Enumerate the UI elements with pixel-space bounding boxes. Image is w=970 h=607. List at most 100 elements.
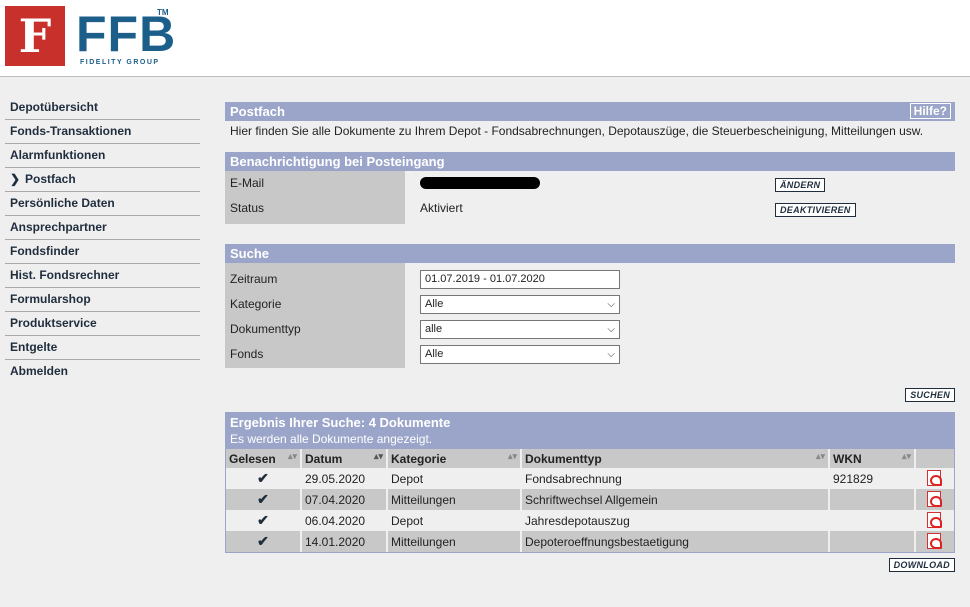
- period-label: Zeitraum: [225, 267, 405, 292]
- cell-wkn: [829, 489, 916, 510]
- pdf-icon[interactable]: [927, 512, 942, 528]
- sidebar-item-postfach[interactable]: ❯ Postfach: [5, 168, 200, 192]
- help-button[interactable]: Hilfe?: [909, 103, 951, 119]
- deactivate-button[interactable]: DEAKTIVIEREN: [775, 203, 856, 217]
- pdf-icon[interactable]: [927, 470, 942, 486]
- sidebar-item-label: Formularshop: [10, 292, 91, 306]
- cell-doctype: Fondsabrechnung: [521, 468, 830, 489]
- sidebar-item-label: Hist. Fondsrechner: [10, 268, 120, 282]
- sidebar-item-label: Fonds-Transaktionen: [10, 124, 132, 138]
- sidebar-item-ansprechpartner[interactable]: Ansprechpartner: [5, 216, 200, 240]
- chevron-down-icon: ⌵: [607, 324, 615, 335]
- results-title: Ergebnis Ihrer Suche: 4 Dokumente: [230, 415, 451, 430]
- sidebar-item-label: Abmelden: [10, 364, 69, 378]
- column-label: Datum: [305, 451, 343, 466]
- sort-icon: ▴▾: [507, 451, 517, 461]
- table-row[interactable]: ✔ 06.04.2020 Depot Jahresdepotauszug: [226, 510, 954, 531]
- read-check-icon: ✔: [226, 510, 302, 531]
- cell-date: 14.01.2020: [301, 531, 388, 552]
- sidebar-item-persoenliche-daten[interactable]: Persönliche Daten: [5, 192, 200, 216]
- fund-select-value: Alle: [425, 348, 444, 360]
- fund-select[interactable]: Alle ⌵: [420, 345, 620, 364]
- sidebar-item-produktservice[interactable]: Produktservice: [5, 312, 200, 336]
- column-header-gelesen[interactable]: Gelesen ▴▾: [226, 449, 302, 468]
- pdf-icon[interactable]: [927, 533, 942, 549]
- email-value-redacted: [420, 177, 540, 189]
- sidebar-item-label: Ansprechpartner: [10, 220, 107, 234]
- doctype-select-value: alle: [425, 323, 443, 335]
- cell-wkn: 921829: [829, 468, 916, 489]
- fund-label: Fonds: [225, 342, 405, 368]
- header: F FFB TM FIDELITY GROUP: [0, 0, 970, 77]
- sidebar-item-label: Depotübersicht: [10, 100, 99, 114]
- sidebar-item-label: Fondsfinder: [10, 244, 80, 258]
- table-row[interactable]: ✔ 29.05.2020 Depot Fondsabrechnung 92182…: [226, 468, 954, 489]
- column-label: Gelesen: [229, 451, 276, 466]
- logo-subtitle: FIDELITY GROUP: [80, 59, 160, 66]
- sidebar-item-fonds-transaktionen[interactable]: Fonds-Transaktionen: [5, 120, 200, 144]
- sidebar-item-label: Alarmfunktionen: [10, 148, 106, 162]
- sidebar-item-formularshop[interactable]: Formularshop: [5, 288, 200, 312]
- sidebar-item-alarmfunktionen[interactable]: Alarmfunktionen: [5, 144, 200, 168]
- category-label: Kategorie: [225, 292, 405, 317]
- column-label: WKN: [833, 451, 862, 466]
- column-header-wkn[interactable]: WKN ▴▾: [829, 449, 916, 468]
- notification-title: Benachrichtigung bei Posteingang: [230, 154, 445, 169]
- sort-icon: ▴▾: [287, 451, 297, 461]
- sort-icon: ▴▾: [373, 451, 383, 461]
- sidebar-item-abmelden[interactable]: Abmelden: [5, 360, 200, 384]
- column-label: Kategorie: [391, 451, 447, 466]
- download-button[interactable]: DOWNLOAD: [888, 558, 955, 572]
- logo-trademark: TM: [157, 8, 169, 17]
- doctype-select[interactable]: alle ⌵: [420, 320, 620, 339]
- cell-pdf: [915, 531, 954, 552]
- logo-mark[interactable]: F: [5, 6, 65, 66]
- period-row: Zeitraum 01.07.2019 - 01.07.2020: [225, 267, 955, 292]
- chevron-down-icon: ⌵: [607, 299, 615, 310]
- doctype-label: Dokumenttyp: [225, 317, 405, 342]
- change-email-button[interactable]: ÄNDERN: [775, 178, 826, 192]
- results-table: Gelesen ▴▾ Datum ▴▾ Kategorie ▴▾ Dokumentty…: [226, 449, 954, 552]
- page-title: Postfach: [230, 104, 285, 119]
- table-row[interactable]: ✔ 14.01.2020 Mitteilungen Depoteroeffnun…: [226, 531, 954, 552]
- search-header: Suche: [225, 244, 955, 263]
- sidebar-item-label: Persönliche Daten: [10, 196, 115, 210]
- search-button[interactable]: SUCHEN: [905, 388, 955, 402]
- category-select[interactable]: Alle ⌵: [420, 295, 620, 314]
- pdf-icon[interactable]: [927, 491, 942, 507]
- sort-icon: ▴▾: [815, 451, 825, 461]
- period-input[interactable]: 01.07.2019 - 01.07.2020: [420, 270, 620, 289]
- column-header-datum[interactable]: Datum ▴▾: [301, 449, 388, 468]
- status-label: Status: [225, 196, 405, 224]
- read-check-icon: ✔: [226, 531, 302, 552]
- sidebar-item-hist-fondsrechner[interactable]: Hist. Fondsrechner: [5, 264, 200, 288]
- sidebar-item-label: Entgelte: [10, 340, 58, 354]
- column-label: Dokumenttyp: [525, 451, 602, 466]
- results-subtitle: Es werden alle Dokumente angezeigt.: [230, 432, 433, 446]
- read-check-icon: ✔: [226, 489, 302, 510]
- main-content: Postfach Hilfe? Hier finden Sie alle Dok…: [225, 102, 955, 575]
- sidebar-item-entgelte[interactable]: Entgelte: [5, 336, 200, 360]
- column-header-dokumenttyp[interactable]: Dokumenttyp ▴▾: [521, 449, 830, 468]
- postfach-header: Postfach Hilfe?: [225, 102, 955, 121]
- cell-category: Mitteilungen: [387, 489, 522, 510]
- column-header-kategorie[interactable]: Kategorie ▴▾: [387, 449, 522, 468]
- fund-row: Fonds Alle ⌵: [225, 342, 955, 368]
- chevron-down-icon: ⌵: [607, 349, 615, 360]
- cell-doctype: Schriftwechsel Allgemein: [521, 489, 830, 510]
- chevron-right-icon: ❯: [10, 172, 21, 186]
- status-row: Status Aktiviert DEAKTIVIEREN: [225, 196, 955, 224]
- table-header-row: Gelesen ▴▾ Datum ▴▾ Kategorie ▴▾ Dokumentty…: [226, 449, 954, 468]
- download-actions: DOWNLOAD: [225, 553, 955, 575]
- postfach-intro: Hier finden Sie alle Dokumente zu Ihrem …: [230, 124, 924, 138]
- sidebar-item-label: Postfach: [25, 172, 76, 186]
- results-panel: Ergebnis Ihrer Suche: 4 Dokumente Es wer…: [225, 412, 955, 553]
- cell-doctype: Jahresdepotauszug: [521, 510, 830, 531]
- table-row[interactable]: ✔ 07.04.2020 Mitteilungen Schriftwechsel…: [226, 489, 954, 510]
- sidebar-item-fondsfinder[interactable]: Fondsfinder: [5, 240, 200, 264]
- category-select-value: Alle: [425, 298, 444, 310]
- sidebar-item-depotuebersicht[interactable]: Depotübersicht: [5, 96, 200, 120]
- sidebar-nav: Depotübersicht Fonds-Transaktionen Alarm…: [5, 96, 200, 384]
- results-header: Ergebnis Ihrer Suche: 4 Dokumente Es wer…: [226, 413, 954, 449]
- sort-icon: ▴▾: [901, 451, 911, 461]
